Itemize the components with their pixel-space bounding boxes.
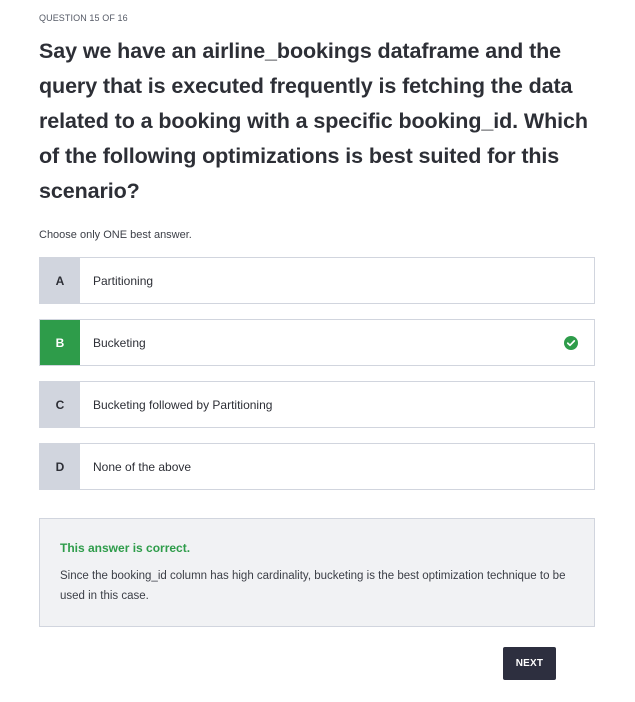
option-a[interactable]: A Partitioning xyxy=(39,257,595,304)
option-label: Partitioning xyxy=(93,273,154,288)
next-button[interactable]: NEXT xyxy=(503,647,556,680)
answer-feedback-panel: This answer is correct. Since the bookin… xyxy=(39,518,595,627)
check-circle-icon xyxy=(564,335,578,350)
option-letter: C xyxy=(40,382,80,427)
feedback-title: This answer is correct. xyxy=(60,541,191,555)
question-text: Say we have an airline_bookings datafram… xyxy=(39,39,588,203)
option-label: Bucketing followed by Partitioning xyxy=(93,397,273,412)
option-label: None of the above xyxy=(93,459,192,474)
option-b[interactable]: B Bucketing xyxy=(39,319,595,366)
question-progress: QUESTION 15 OF 16 xyxy=(39,13,128,23)
feedback-explanation: Since the booking_id column has high car… xyxy=(60,570,566,602)
option-label: Bucketing xyxy=(93,335,146,350)
option-letter: D xyxy=(40,444,80,489)
option-d[interactable]: D None of the above xyxy=(39,443,595,490)
answer-instruction: Choose only ONE best answer. xyxy=(39,229,192,241)
option-letter: B xyxy=(40,320,80,365)
option-c[interactable]: C Bucketing followed by Partitioning xyxy=(39,381,595,428)
option-letter: A xyxy=(40,258,80,303)
answer-options: A Partitioning B Bucketing C Bucketing f… xyxy=(39,257,595,505)
